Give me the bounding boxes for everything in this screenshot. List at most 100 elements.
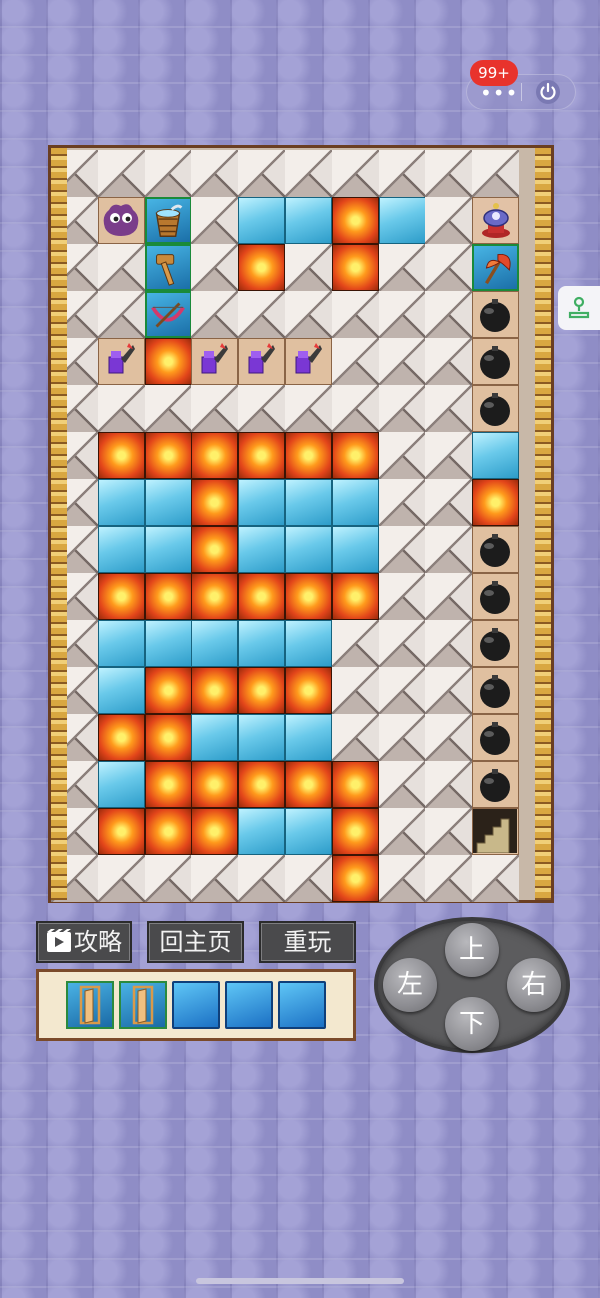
- direction-pad: 上 左 右 下: [374, 917, 570, 1053]
- tile-spike: [97, 150, 145, 197]
- tile-spike: [331, 291, 379, 338]
- tile-ice: [285, 197, 332, 244]
- capsule-divider: [521, 83, 522, 101]
- tile-spike: [191, 197, 239, 244]
- tile-spike: [331, 620, 379, 667]
- gem-icon: [481, 202, 510, 238]
- tile-bucket: [144, 197, 192, 244]
- side-floating-tab[interactable]: [558, 286, 600, 330]
- bomb-icon: [480, 769, 511, 802]
- tile-spike: [238, 385, 286, 432]
- tile-ice: [285, 808, 332, 855]
- tile-bomb: [472, 526, 520, 573]
- bomb-icon: [480, 299, 511, 332]
- tile-lava: [144, 432, 192, 479]
- tile-spike: [378, 244, 426, 291]
- tile-spike: [378, 150, 426, 197]
- tile-spike: [425, 855, 473, 902]
- down-button[interactable]: 下: [445, 997, 499, 1051]
- tile-monster: [97, 197, 145, 244]
- up-button[interactable]: 上: [445, 923, 499, 977]
- tile-spike: [285, 291, 332, 338]
- tile-spike: [378, 761, 426, 808]
- tile-spike: [285, 244, 332, 291]
- tile-spike: [97, 244, 145, 291]
- inventory-slot-box[interactable]: [278, 981, 326, 1029]
- tile-ice: [238, 620, 286, 667]
- left-button[interactable]: 左: [383, 958, 437, 1012]
- tile-lava: [144, 338, 192, 385]
- torch-icon: [108, 343, 135, 374]
- tile-torch: [285, 338, 332, 385]
- tile-gem: [472, 197, 520, 244]
- tile-lava: [191, 667, 239, 714]
- tile-lava: [144, 667, 192, 714]
- inventory-slot-box[interactable]: [172, 981, 220, 1029]
- tile-hammer: [144, 244, 192, 291]
- tile-spike: [378, 855, 426, 902]
- tile-spike: [378, 291, 426, 338]
- tile-lava: [285, 573, 332, 620]
- tile-bomb: [472, 385, 520, 432]
- tile-ice: [238, 197, 286, 244]
- tile-spike: [144, 855, 192, 902]
- inventory-slot-door[interactable]: [119, 981, 167, 1029]
- tile-ice: [191, 620, 239, 667]
- tile-spike: [191, 150, 239, 197]
- tile-torch: [191, 338, 239, 385]
- notification-badge: 99+: [470, 60, 518, 86]
- tile-ice: [97, 620, 145, 667]
- exit-icon: [473, 809, 518, 853]
- tile-lava: [331, 197, 379, 244]
- tile-spike: [331, 385, 379, 432]
- tile-spike: [144, 150, 192, 197]
- tile-lava: [331, 573, 379, 620]
- tile-lava: [331, 855, 379, 902]
- crossbow-icon: [151, 302, 185, 327]
- tile-lava: [472, 479, 520, 526]
- tile-lava: [331, 244, 379, 291]
- tile-spike: [425, 244, 473, 291]
- tile-ice: [191, 714, 239, 761]
- tile-spike: [97, 385, 145, 432]
- door-icon: [79, 985, 101, 1025]
- torch-icon: [295, 343, 322, 374]
- tile-lava: [285, 432, 332, 479]
- tile-lava: [144, 573, 192, 620]
- tile-ice: [285, 620, 332, 667]
- tile-bomb: [472, 291, 520, 338]
- tile-bomb: [472, 714, 520, 761]
- tile-lava: [97, 808, 145, 855]
- tile-spike: [285, 150, 332, 197]
- tile-spike: [378, 479, 426, 526]
- guide-button[interactable]: 攻略: [36, 921, 132, 963]
- tile-spike: [425, 573, 473, 620]
- inventory-slot-door[interactable]: [66, 981, 114, 1029]
- tile-spike: [238, 291, 286, 338]
- replay-button[interactable]: 重玩: [259, 921, 356, 963]
- left-rope-border: [51, 148, 67, 900]
- home-button[interactable]: 回主页: [147, 921, 244, 963]
- tile-lava: [331, 432, 379, 479]
- tile-spike: [331, 338, 379, 385]
- guide-button-label: 攻略: [74, 928, 122, 956]
- tile-lava: [285, 667, 332, 714]
- tile-spike: [238, 150, 286, 197]
- right-rope-border: [535, 148, 551, 900]
- power-icon[interactable]: [534, 78, 562, 106]
- gamepad-icon: [568, 296, 590, 319]
- tile-ice: [285, 479, 332, 526]
- inventory-slot-box[interactable]: [225, 981, 273, 1029]
- tile-ice: [238, 808, 286, 855]
- tile-torch: [97, 338, 145, 385]
- tile-spike: [425, 761, 473, 808]
- monster-icon: [103, 204, 139, 236]
- tile-spike: [97, 855, 145, 902]
- tile-ice: [238, 479, 286, 526]
- tile-ice: [144, 526, 192, 573]
- tile-lava: [238, 573, 286, 620]
- right-button[interactable]: 右: [507, 958, 561, 1012]
- tile-spike: [331, 150, 379, 197]
- tile-lava: [285, 761, 332, 808]
- bomb-icon: [480, 675, 511, 708]
